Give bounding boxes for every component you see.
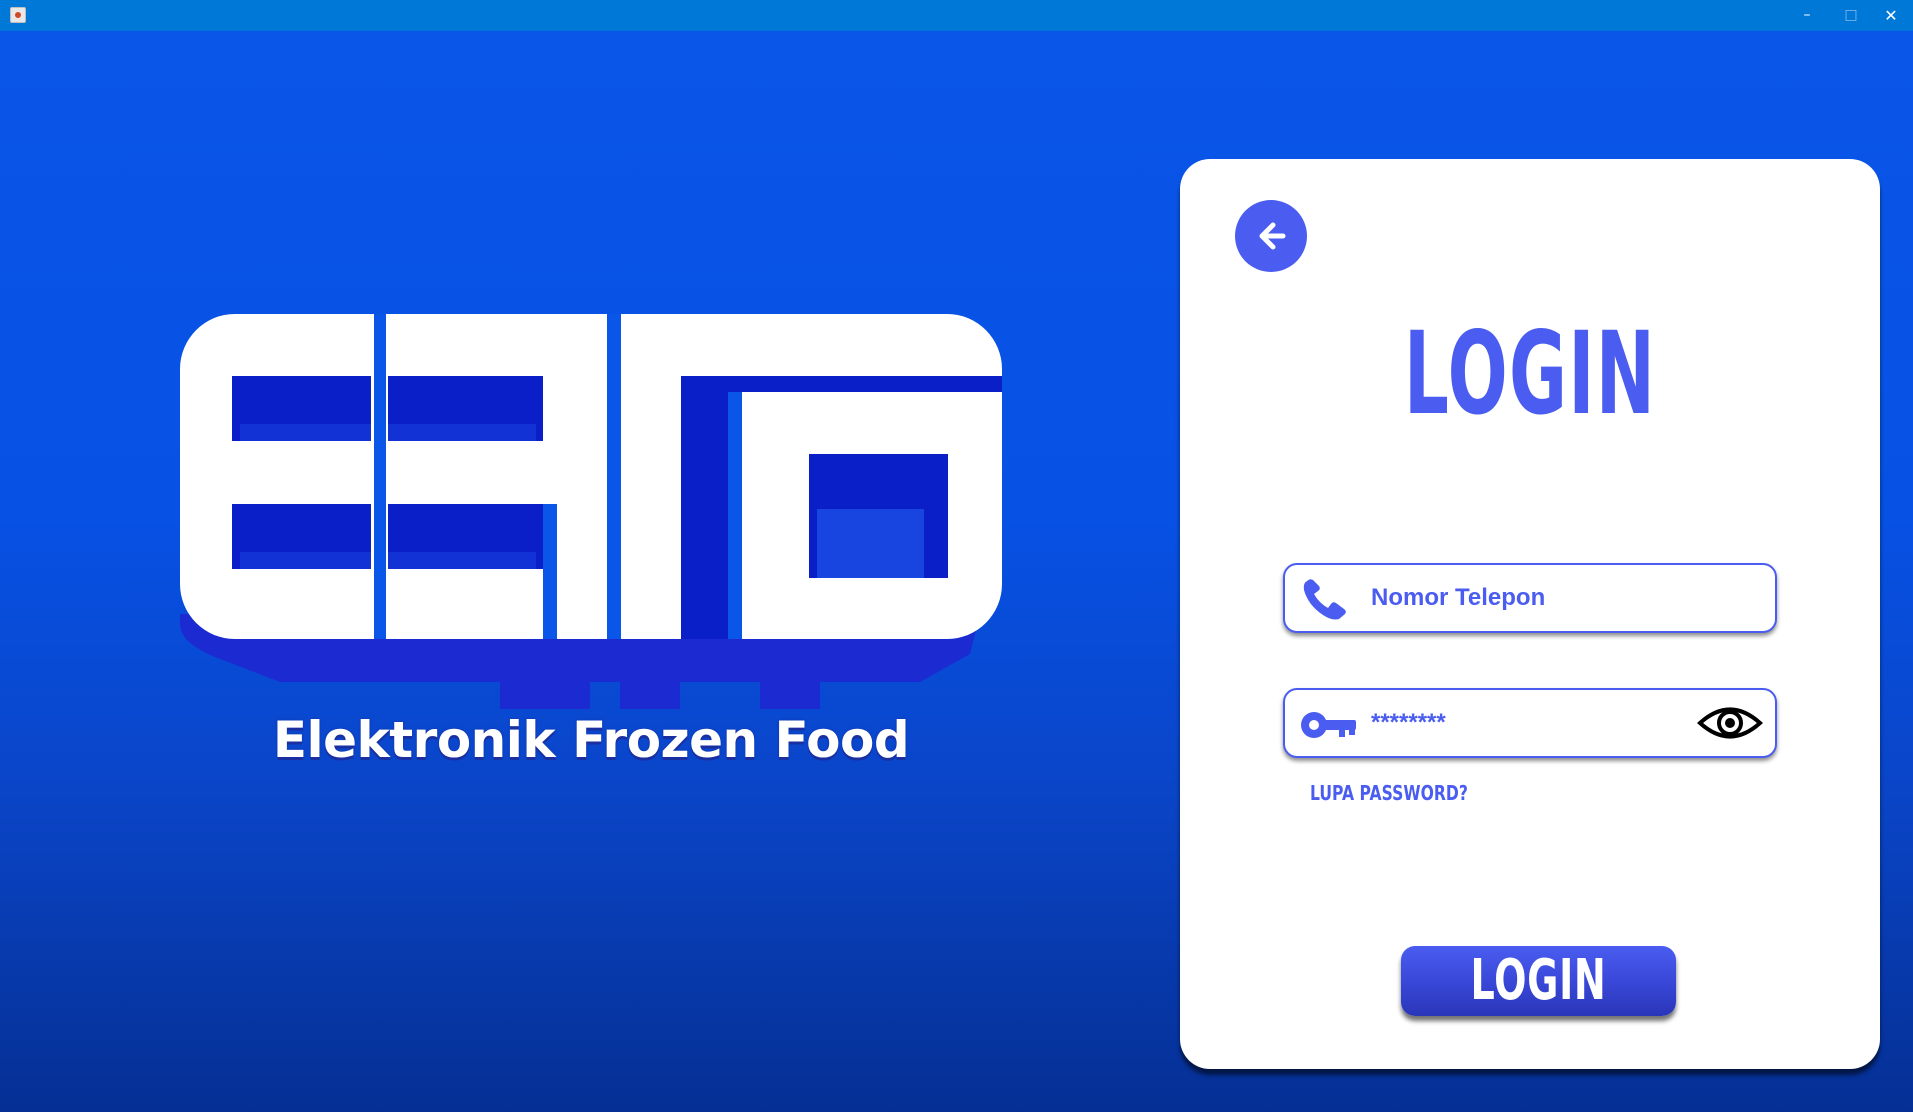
ebfo-logo-icon bbox=[180, 314, 1002, 709]
arrow-left-icon bbox=[1259, 222, 1286, 250]
close-button[interactable]: ✕ bbox=[1869, 0, 1913, 31]
minimize-button[interactable]: – bbox=[1785, 0, 1829, 31]
password-field[interactable] bbox=[1283, 688, 1777, 758]
login-card: LOGIN Nomor Telepon ******** LUPA PASSWO… bbox=[1180, 159, 1880, 1069]
phone-input[interactable] bbox=[1371, 577, 1701, 619]
login-screen: Elektronik Frozen Food LOGIN Nomor Telep… bbox=[0, 31, 1913, 1112]
maximize-button[interactable]: □ bbox=[1829, 0, 1873, 31]
login-title: LOGIN bbox=[1403, 307, 1657, 440]
phone-icon bbox=[1303, 579, 1346, 620]
login-button-label: LOGIN bbox=[1470, 948, 1607, 1013]
phone-field[interactable] bbox=[1283, 563, 1777, 633]
show-password-button[interactable] bbox=[1697, 700, 1763, 746]
java-app-icon bbox=[10, 7, 26, 23]
forgot-password-link[interactable]: LUPA PASSWORD? bbox=[1310, 781, 1468, 805]
key-icon bbox=[1301, 712, 1356, 738]
title-bar[interactable]: – □ ✕ bbox=[0, 0, 1913, 31]
eye-icon bbox=[1697, 707, 1763, 739]
brand-tagline: Elektronik Frozen Food bbox=[272, 711, 910, 769]
login-button[interactable]: LOGIN bbox=[1401, 946, 1676, 1016]
back-button[interactable] bbox=[1235, 200, 1307, 272]
app-window: – □ ✕ Elektronik Frozen Food LOGIN Nomor… bbox=[0, 0, 1913, 1112]
password-input[interactable] bbox=[1371, 702, 1701, 744]
